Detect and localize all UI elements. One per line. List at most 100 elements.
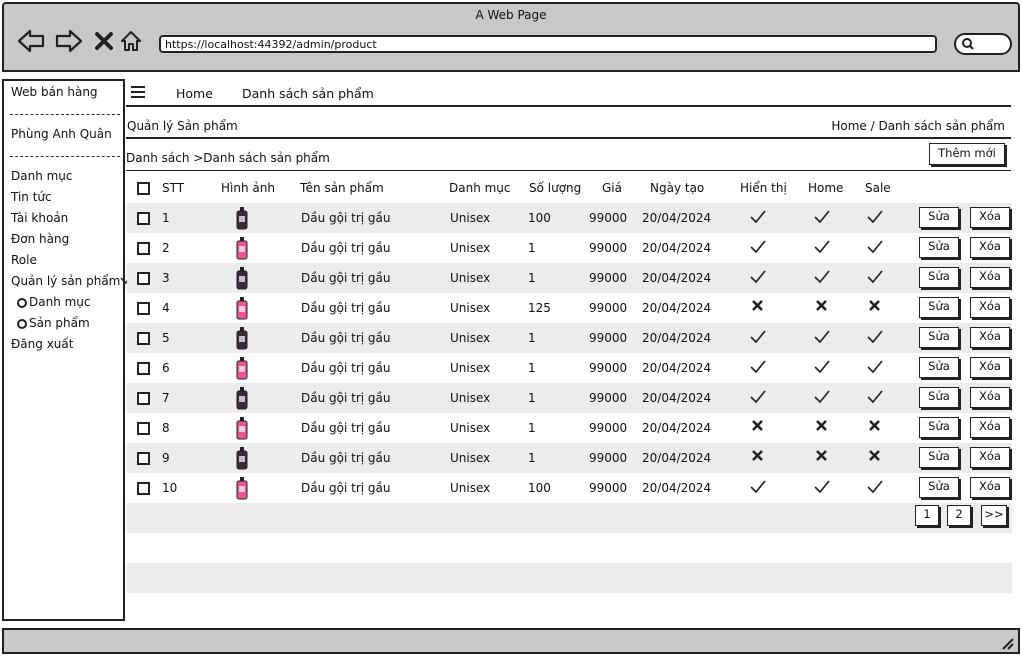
sidebar-subitem-san-pham[interactable]: Sản phẩm [17, 316, 90, 330]
hamburger-icon[interactable] [131, 86, 145, 100]
cell-category: Unisex [450, 301, 491, 315]
delete-button[interactable]: Xóa [970, 327, 1010, 348]
product-image [235, 266, 249, 290]
forward-button[interactable] [54, 26, 84, 56]
product-image [235, 386, 249, 410]
row-checkbox[interactable] [137, 272, 150, 285]
cell-category: Unisex [450, 331, 491, 345]
cell-name: Dầu gội trị gầu [301, 241, 391, 255]
row-checkbox[interactable] [137, 332, 150, 345]
row-checkbox[interactable] [137, 452, 150, 465]
cell-category: Unisex [450, 451, 491, 465]
row-checkbox[interactable] [137, 302, 150, 315]
table-header-col-price: Giá [602, 181, 622, 195]
cell-stt: 3 [162, 271, 170, 285]
cell-price: 99000 [589, 301, 628, 315]
row-checkbox[interactable] [137, 482, 150, 495]
select-all-checkbox[interactable] [137, 182, 150, 195]
cell-category: Unisex [450, 421, 491, 435]
row-checkbox[interactable] [137, 212, 150, 225]
close-icon [95, 32, 113, 50]
cell-qty: 1 [528, 241, 536, 255]
row-checkbox[interactable] [137, 242, 150, 255]
cell-date: 20/04/2024 [642, 421, 712, 435]
edit-button[interactable]: Sửa [919, 417, 959, 438]
sidebar-item-danh-muc[interactable]: Danh mục [11, 169, 73, 183]
cell-date: 20/04/2024 [642, 211, 712, 225]
edit-button[interactable]: Sửa [919, 237, 959, 258]
edit-button[interactable]: Sửa [919, 207, 959, 228]
product-image [235, 296, 249, 320]
cell-name: Dầu gội trị gầu [301, 211, 391, 225]
cell-date: 20/04/2024 [642, 301, 712, 315]
page-2-button[interactable]: 2 [947, 505, 971, 526]
sidebar-item-don-hang[interactable]: Đơn hàng [11, 232, 69, 246]
delete-button[interactable]: Xóa [970, 297, 1010, 318]
cell-price: 99000 [589, 451, 628, 465]
stop-button[interactable] [89, 26, 119, 56]
resize-grip-icon[interactable] [1000, 636, 1014, 650]
cell-stt: 6 [162, 361, 170, 375]
edit-button[interactable]: Sửa [919, 327, 959, 348]
sidebar-item-tai-khoan[interactable]: Tài khoản [11, 211, 68, 225]
back-button[interactable] [16, 26, 46, 56]
row-checkbox[interactable] [137, 362, 150, 375]
cell-qty: 125 [528, 301, 551, 315]
delete-button[interactable]: Xóa [970, 447, 1010, 468]
nav-product-list[interactable]: Danh sách sản phẩm [242, 86, 374, 101]
radio-icon [17, 298, 27, 308]
product-image [235, 356, 249, 380]
row-checkbox[interactable] [137, 422, 150, 435]
sidebar-brand[interactable]: Web bán hàng [11, 85, 98, 99]
table-header-col-name: Tên sản phẩm [300, 181, 384, 195]
home-nav-button[interactable] [116, 26, 146, 56]
cell-qty: 1 [528, 361, 536, 375]
delete-button[interactable]: Xóa [970, 267, 1010, 288]
edit-button[interactable]: Sửa [919, 297, 959, 318]
check-icon [867, 238, 883, 258]
address-bar[interactable]: https://localhost:44392/admin/product [159, 35, 937, 53]
edit-button[interactable]: Sửa [919, 267, 959, 288]
table-header-col-date: Ngày tạo [650, 181, 705, 195]
sidebar-subitem-label: Sản phẩm [29, 316, 90, 330]
delete-button[interactable]: Xóa [970, 477, 1010, 498]
cell-name: Dầu gội trị gầu [301, 421, 391, 435]
cross-icon [750, 418, 766, 438]
next-page-button[interactable]: >> [981, 505, 1007, 526]
delete-button[interactable]: Xóa [970, 417, 1010, 438]
cell-price: 99000 [589, 481, 628, 495]
delete-button[interactable]: Xóa [970, 357, 1010, 378]
nav-home[interactable]: Home [176, 86, 213, 101]
sidebar-subitem-danh-muc[interactable]: Danh mục [17, 295, 91, 309]
cell-qty: 1 [528, 391, 536, 405]
table-footer-stripe [127, 503, 1012, 533]
cell-price: 99000 [589, 391, 628, 405]
cell-category: Unisex [450, 271, 491, 285]
browser-search-button[interactable] [954, 33, 1012, 55]
delete-button[interactable]: Xóa [970, 207, 1010, 228]
delete-button[interactable]: Xóa [970, 237, 1010, 258]
add-new-button[interactable]: Thêm mới [929, 143, 1005, 165]
edit-button[interactable]: Sửa [919, 357, 959, 378]
cell-qty: 100 [528, 481, 551, 495]
sidebar-item-tin-tuc[interactable]: Tin tức [11, 190, 52, 204]
browser-window: A Web Page https://localhost:44392/admin… [0, 0, 1022, 656]
sidebar-divider [10, 114, 120, 115]
edit-button[interactable]: Sửa [919, 477, 959, 498]
cell-name: Dầu gội trị gầu [301, 331, 391, 345]
cell-stt: 8 [162, 421, 170, 435]
edit-button[interactable]: Sửa [919, 387, 959, 408]
table-header-col-image: Hình ảnh [221, 181, 275, 195]
row-checkbox[interactable] [137, 392, 150, 405]
cell-stt: 5 [162, 331, 170, 345]
sidebar-item-role[interactable]: Role [11, 253, 37, 267]
check-icon [750, 208, 766, 228]
sidebar-item-quan-ly-san-pham[interactable]: Quản lý sản phẩm [11, 274, 131, 288]
sidebar-item-logout[interactable]: Đăng xuất [11, 337, 73, 351]
delete-button[interactable]: Xóa [970, 387, 1010, 408]
cell-price: 99000 [589, 211, 628, 225]
page-1-button[interactable]: 1 [915, 505, 939, 526]
edit-button[interactable]: Sửa [919, 447, 959, 468]
cell-category: Unisex [450, 211, 491, 225]
sidebar-user: Phùng Anh Quân [11, 127, 112, 141]
